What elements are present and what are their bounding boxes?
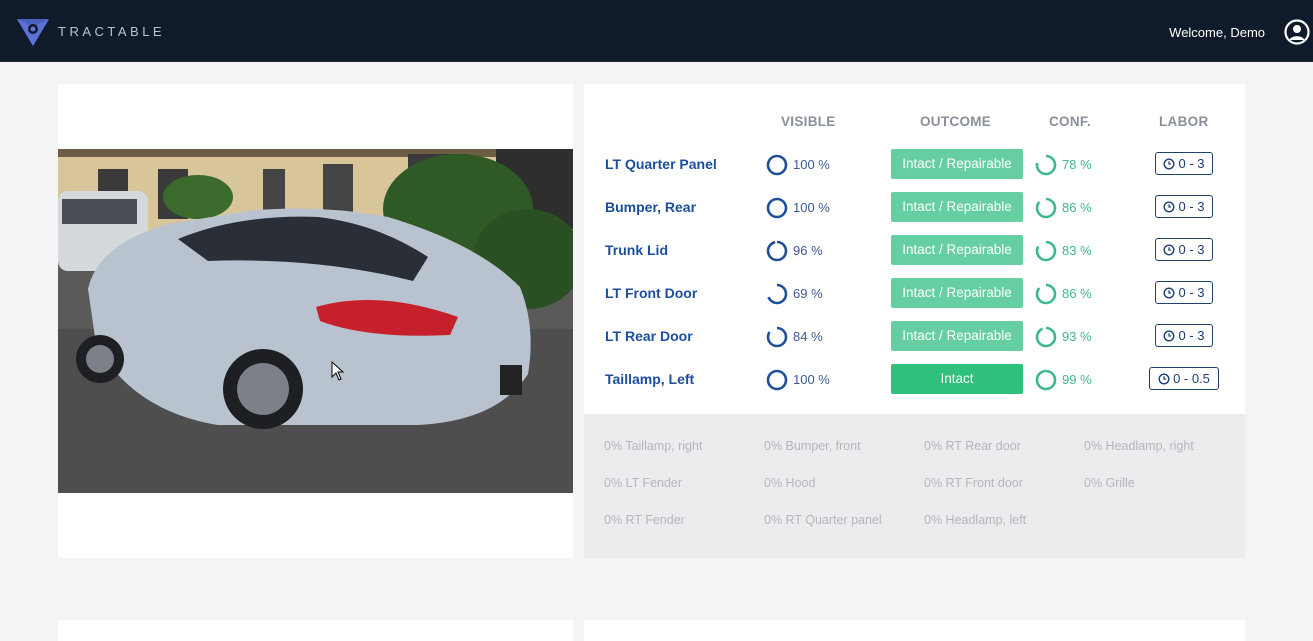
labor-badge[interactable]: 0 - 3 xyxy=(1155,324,1213,347)
mouse-cursor-icon xyxy=(331,361,345,381)
visible-value: 100 % xyxy=(793,157,830,172)
bottom-panel-right xyxy=(584,620,1245,641)
labor-value: 0 - 3 xyxy=(1178,199,1205,214)
top-bar: TRACTABLE Welcome, Demo xyxy=(0,0,1313,62)
user-account-icon[interactable] xyxy=(1284,19,1310,45)
clock-icon xyxy=(1163,286,1175,299)
part-name[interactable]: LT Rear Door xyxy=(605,328,693,344)
outcome-badge[interactable]: Intact xyxy=(891,364,1023,394)
part-name[interactable]: LT Front Door xyxy=(605,285,697,301)
confidence-value: 83 % xyxy=(1062,243,1092,258)
clock-icon xyxy=(1163,329,1175,342)
outcome-badge[interactable]: Intact / Repairable xyxy=(891,278,1023,308)
labor-badge[interactable]: 0 - 3 xyxy=(1155,238,1213,261)
table-row: Taillamp, Left 100 % Intact 99 % 0 - 0.5 xyxy=(584,364,1245,394)
confidence-value: 93 % xyxy=(1062,329,1092,344)
visible-value: 100 % xyxy=(793,200,830,215)
header-outcome: OUTCOME xyxy=(920,114,992,129)
visible-value: 69 % xyxy=(793,286,823,301)
not-visible-parts: 0% Taillamp, right 0% Bumper, front 0% RT … xyxy=(584,414,1245,558)
visibility-ring-icon xyxy=(766,283,788,305)
table-row: LT Front Door 69 % Intact / Repairable 86 %… xyxy=(584,278,1245,308)
header-labor: LABOR xyxy=(1159,114,1209,129)
visible-value: 100 % xyxy=(793,372,830,387)
confidence-ring-icon xyxy=(1035,154,1057,176)
not-visible-part: 0% Headlamp, left xyxy=(924,513,1027,527)
confidence-ring-icon xyxy=(1035,240,1057,262)
not-visible-part: 0% Headlamp, right xyxy=(1084,439,1194,453)
clock-icon xyxy=(1158,372,1170,385)
labor-value: 0 - 3 xyxy=(1178,242,1205,257)
not-visible-part: 0% Grille xyxy=(1084,476,1135,490)
bottom-panel-left xyxy=(58,620,573,641)
visibility-ring-icon xyxy=(766,154,788,176)
outcome-badge[interactable]: Intact / Repairable xyxy=(891,149,1023,179)
brand-name: TRACTABLE xyxy=(58,24,166,39)
table-row: LT Rear Door 84 % Intact / Repairable 93 % 0… xyxy=(584,321,1245,351)
labor-value: 0 - 3 xyxy=(1178,285,1205,300)
not-visible-part: 0% Hood xyxy=(764,476,816,490)
not-visible-part: 0% RT Quarter panel xyxy=(764,513,882,527)
part-name[interactable]: LT Quarter Panel xyxy=(605,156,717,172)
confidence-value: 86 % xyxy=(1062,200,1092,215)
outcome-badge[interactable]: Intact / Repairable xyxy=(891,235,1023,265)
confidence-value: 78 % xyxy=(1062,157,1092,172)
visible-value: 84 % xyxy=(793,329,823,344)
outcome-badge[interactable]: Intact / Repairable xyxy=(891,321,1023,351)
table-row: LT Quarter Panel 100 % Intact / Repairable… xyxy=(584,149,1245,179)
photo-panel xyxy=(58,84,573,558)
confidence-ring-icon xyxy=(1035,283,1057,305)
confidence-ring-icon xyxy=(1035,197,1057,219)
labor-value: 0 - 3 xyxy=(1178,156,1205,171)
not-visible-part: 0% RT Fender xyxy=(604,513,685,527)
part-name[interactable]: Trunk Lid xyxy=(605,242,668,258)
visibility-ring-icon xyxy=(766,240,788,262)
clock-icon xyxy=(1163,243,1175,256)
parts-table: VISIBLE OUTCOME CONF. LABOR LT Quarter P… xyxy=(584,84,1245,414)
not-visible-part: 0% RT Front door xyxy=(924,476,1023,490)
visibility-ring-icon xyxy=(766,369,788,391)
labor-badge[interactable]: 0 - 3 xyxy=(1155,195,1213,218)
table-row: Trunk Lid 96 % Intact / Repairable 83 % 0 - … xyxy=(584,235,1245,265)
confidence-value: 86 % xyxy=(1062,286,1092,301)
labor-badge[interactable]: 0 - 0.5 xyxy=(1149,367,1219,390)
header-conf: CONF. xyxy=(1049,114,1091,129)
visible-value: 96 % xyxy=(793,243,823,258)
labor-badge[interactable]: 0 - 3 xyxy=(1155,152,1213,175)
car-photo[interactable] xyxy=(58,149,573,493)
confidence-ring-icon xyxy=(1035,326,1057,348)
header-visible: VISIBLE xyxy=(781,114,836,129)
labor-value: 0 - 3 xyxy=(1178,328,1205,343)
confidence-value: 99 % xyxy=(1062,372,1092,387)
clock-icon xyxy=(1163,200,1175,213)
not-visible-part: 0% Taillamp, right xyxy=(604,439,703,453)
visibility-ring-icon xyxy=(766,197,788,219)
outcome-badge[interactable]: Intact / Repairable xyxy=(891,192,1023,222)
part-name[interactable]: Bumper, Rear xyxy=(605,199,696,215)
not-visible-part: 0% Bumper, front xyxy=(764,439,861,453)
part-name[interactable]: Taillamp, Left xyxy=(605,371,694,387)
not-visible-part: 0% RT Rear door xyxy=(924,439,1021,453)
table-row: Bumper, Rear 100 % Intact / Repairable 86 %… xyxy=(584,192,1245,222)
tractable-logo-icon[interactable] xyxy=(15,13,51,49)
welcome-text: Welcome, Demo xyxy=(1169,25,1265,40)
not-visible-part: 0% LT Fender xyxy=(604,476,683,490)
visibility-ring-icon xyxy=(766,326,788,348)
labor-value: 0 - 0.5 xyxy=(1173,371,1210,386)
confidence-ring-icon xyxy=(1035,369,1057,391)
clock-icon xyxy=(1163,157,1175,170)
labor-badge[interactable]: 0 - 3 xyxy=(1155,281,1213,304)
